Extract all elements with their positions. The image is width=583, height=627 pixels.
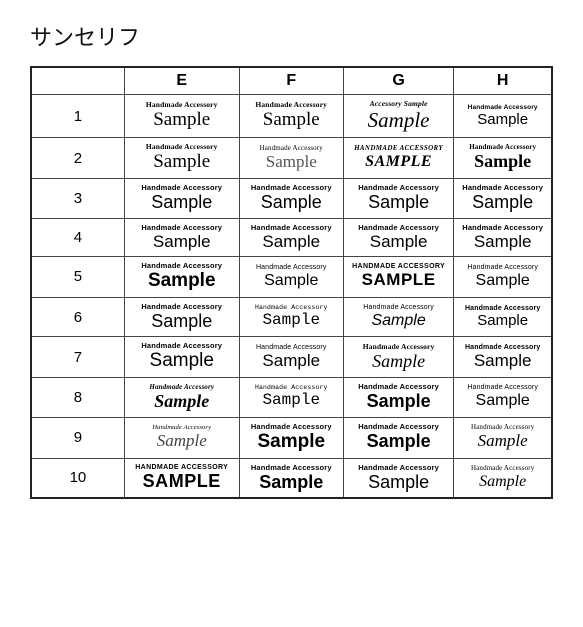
cell-1g: Accessory Sample Sample [343,95,454,138]
row-num: 3 [31,178,124,218]
cell-7e: Handmade Accessory Sample [124,337,239,378]
row-num: 8 [31,378,124,418]
cell-1h: Handmade Accessory Sample [454,95,552,138]
cell-8f: Handmade Accessory Sample [239,378,343,418]
cell-9h: Handmade Accessory Sample [454,417,552,458]
cell-6f: Handmade Accessory Sample [239,297,343,337]
cell-3e: Handmade Accessory Sample [124,178,239,218]
col-header-g: G [343,67,454,95]
table-row: 3 Handmade Accessory Sample Handmade Acc… [31,178,552,218]
cell-3g: Handmade Accessory Sample [343,178,454,218]
cell-5f: Handmade Accessory Sample [239,256,343,297]
cell-8h: Handmade Accessory Sample [454,378,552,418]
font-grid-table: E F G H 1 Handmade Accessory Sample Hand… [30,66,553,499]
table-row: 5 Handmade Accessory Sample Handmade Acc… [31,256,552,297]
table-row: 1 Handmade Accessory Sample Handmade Acc… [31,95,552,138]
cell-5e: Handmade Accessory Sample [124,256,239,297]
cell-4h: Handmade Accessory Sample [454,218,552,256]
cell-8g: Handmade Accessory Sample [343,378,454,418]
table-row: 7 Handmade Accessory Sample Handmade Acc… [31,337,552,378]
cell-7f: Handmade Accessory Sample [239,337,343,378]
row-num: 4 [31,218,124,256]
cell-6h: Handmade Accessory Sample [454,297,552,337]
row-num: 10 [31,458,124,498]
cell-1f: Handmade Accessory Sample [239,95,343,138]
cell-10e: Handmade Accessory SAMPLE [124,458,239,498]
col-header-f: F [239,67,343,95]
table-row: 4 Handmade Accessory Sample Handmade Acc… [31,218,552,256]
table-row: 9 Handmade Accessory Sample Handmade Acc… [31,417,552,458]
row-num: 5 [31,256,124,297]
row-num: 1 [31,95,124,138]
col-header-h: H [454,67,552,95]
cell-3h: Handmade Accessory Sample [454,178,552,218]
cell-1e: Handmade Accessory Sample [124,95,239,138]
col-header-row [31,67,124,95]
cell-4e: Handmade Accessory Sample [124,218,239,256]
cell-10f: Handmade Accessory Sample [239,458,343,498]
cell-2e: Handmade Accessory Sample [124,138,239,179]
cell-9e: Handmade Accessory Sample [124,417,239,458]
cell-7h: Handmade Accessory Sample [454,337,552,378]
cell-2g: Handmade Accessory SAMPLE [343,138,454,179]
cell-5h: Handmade Accessory Sample [454,256,552,297]
table-row: 10 Handmade Accessory SAMPLE Handmade Ac… [31,458,552,498]
row-num: 7 [31,337,124,378]
table-row: 6 Handmade Accessory Sample Handmade Acc… [31,297,552,337]
cell-9f: Handmade Accessory Sample [239,417,343,458]
cell-7g: Handmade Accessory Sample [343,337,454,378]
table-row: 2 Handmade Accessory Sample Handmade Acc… [31,138,552,179]
cell-10h: Handmade Accessory Sample [454,458,552,498]
row-num: 2 [31,138,124,179]
row-num: 6 [31,297,124,337]
cell-4g: Handmade Accessory Sample [343,218,454,256]
table-row: 8 Handmade Accessory Sample Handmade Acc… [31,378,552,418]
cell-3f: Handmade Accessory Sample [239,178,343,218]
cell-8e: Handmade Accessory Sample [124,378,239,418]
row-num: 9 [31,417,124,458]
page-title: サンセリフ [30,20,553,52]
cell-10g: Handmade Accessory Sample [343,458,454,498]
cell-6e: Handmade Accessory Sample [124,297,239,337]
col-header-e: E [124,67,239,95]
cell-2f: Handmade Accessory Sample [239,138,343,179]
cell-2h: Handmade Accessory Sample [454,138,552,179]
cell-6g: Handmade Accessory Sample [343,297,454,337]
cell-4f: Handmade Accessory Sample [239,218,343,256]
cell-9g: Handmade Accessory Sample [343,417,454,458]
cell-5g: Handmade Accessory SAMPLE [343,256,454,297]
